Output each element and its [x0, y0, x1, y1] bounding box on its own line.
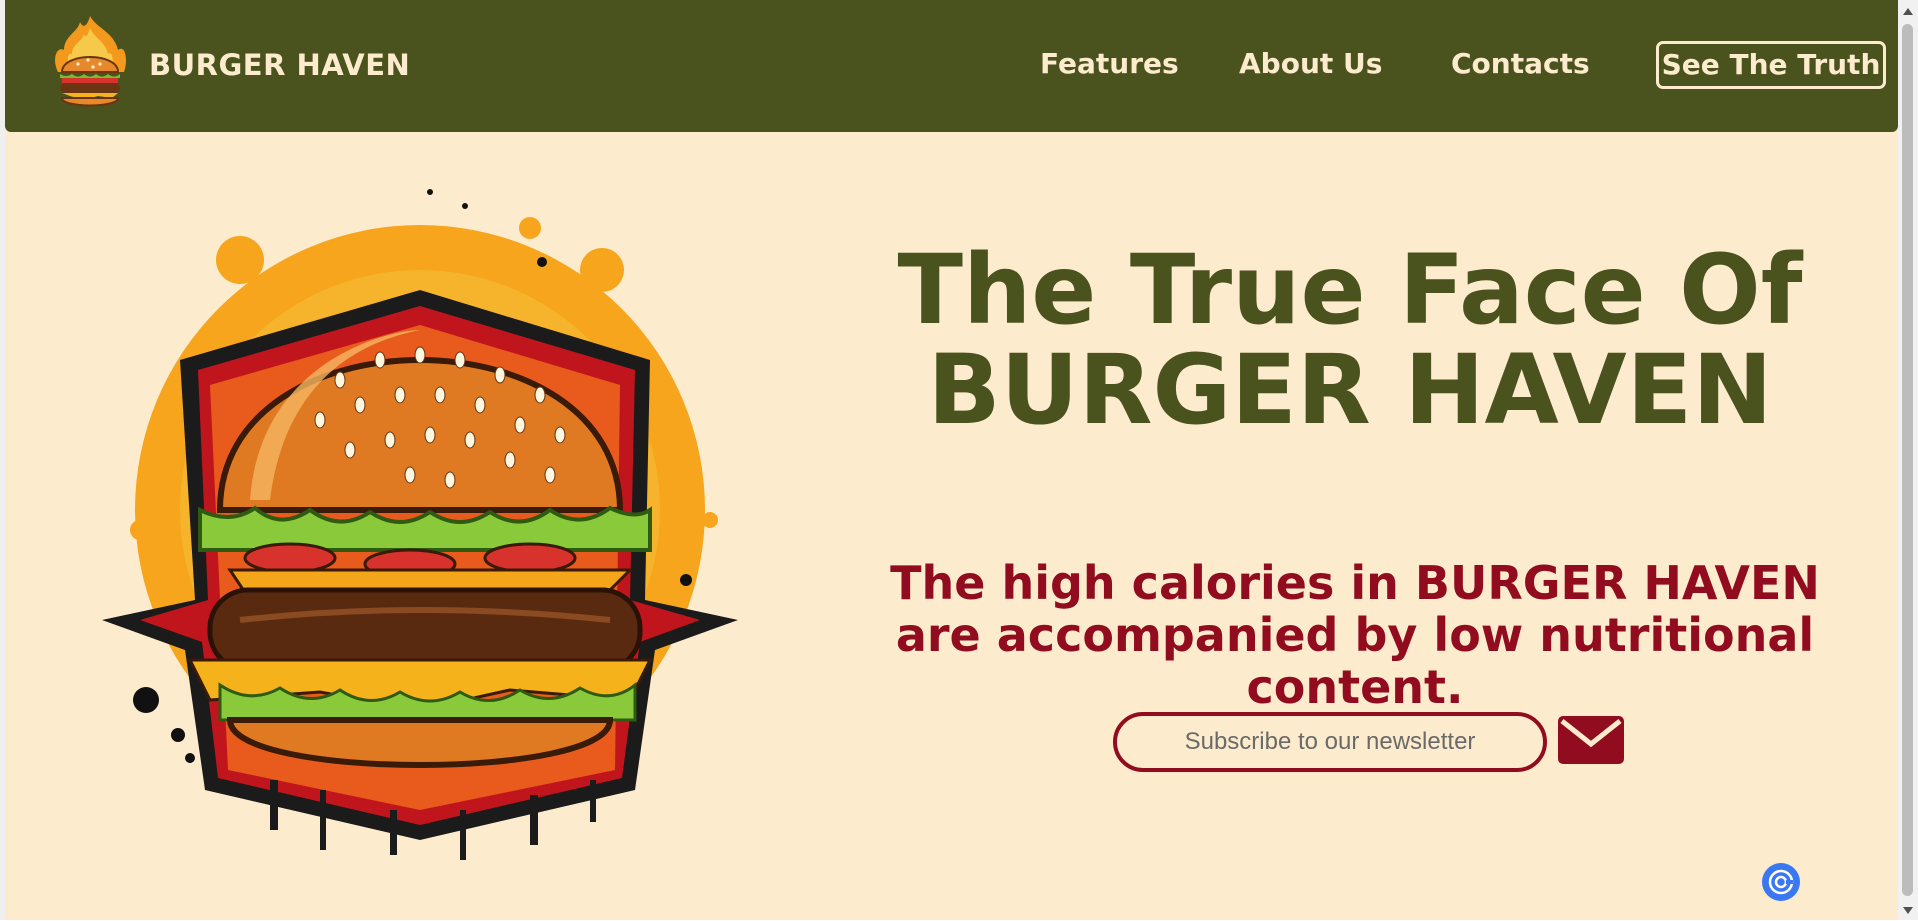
browser-viewport: BURGER HAVEN Features About Us Contacts … — [0, 0, 1918, 920]
scroll-down-arrow-icon[interactable] — [1902, 902, 1914, 916]
nav-link-about-us[interactable]: About Us — [1239, 47, 1382, 80]
hero-title-line-2: BURGER HAVEN — [927, 334, 1773, 446]
see-the-truth-button[interactable]: See The Truth — [1656, 41, 1886, 89]
scroll-up-arrow-icon[interactable] — [1902, 4, 1914, 18]
envelope-icon[interactable] — [1558, 716, 1624, 764]
hero-subtitle-line-2: are accompanied by low nutritional conte… — [895, 608, 1815, 714]
nav-link-features[interactable]: Features — [1040, 47, 1179, 80]
landing-page: BURGER HAVEN Features About Us Contacts … — [5, 0, 1898, 920]
hero-title-line-1: The True Face Of — [897, 234, 1803, 346]
top-navbar: BURGER HAVEN Features About Us Contacts … — [5, 0, 1898, 132]
burger-illustration — [90, 180, 760, 865]
nav-link-contacts[interactable]: Contacts — [1451, 47, 1590, 80]
brand-name[interactable]: BURGER HAVEN — [149, 48, 410, 82]
flaming-burger-logo-icon[interactable] — [48, 14, 132, 112]
newsletter-email-input[interactable] — [1113, 712, 1547, 772]
hero-subtitle: The high calories in BURGER HAVEN are ac… — [815, 557, 1895, 713]
assistant-fab-icon[interactable] — [1762, 863, 1800, 901]
hero-subtitle-line-1: The high calories in BURGER HAVEN — [890, 556, 1820, 610]
scrollbar-thumb[interactable] — [1902, 24, 1913, 896]
vertical-scrollbar[interactable] — [1898, 0, 1918, 920]
hero-title: The True Face Of BURGER HAVEN — [850, 240, 1850, 440]
